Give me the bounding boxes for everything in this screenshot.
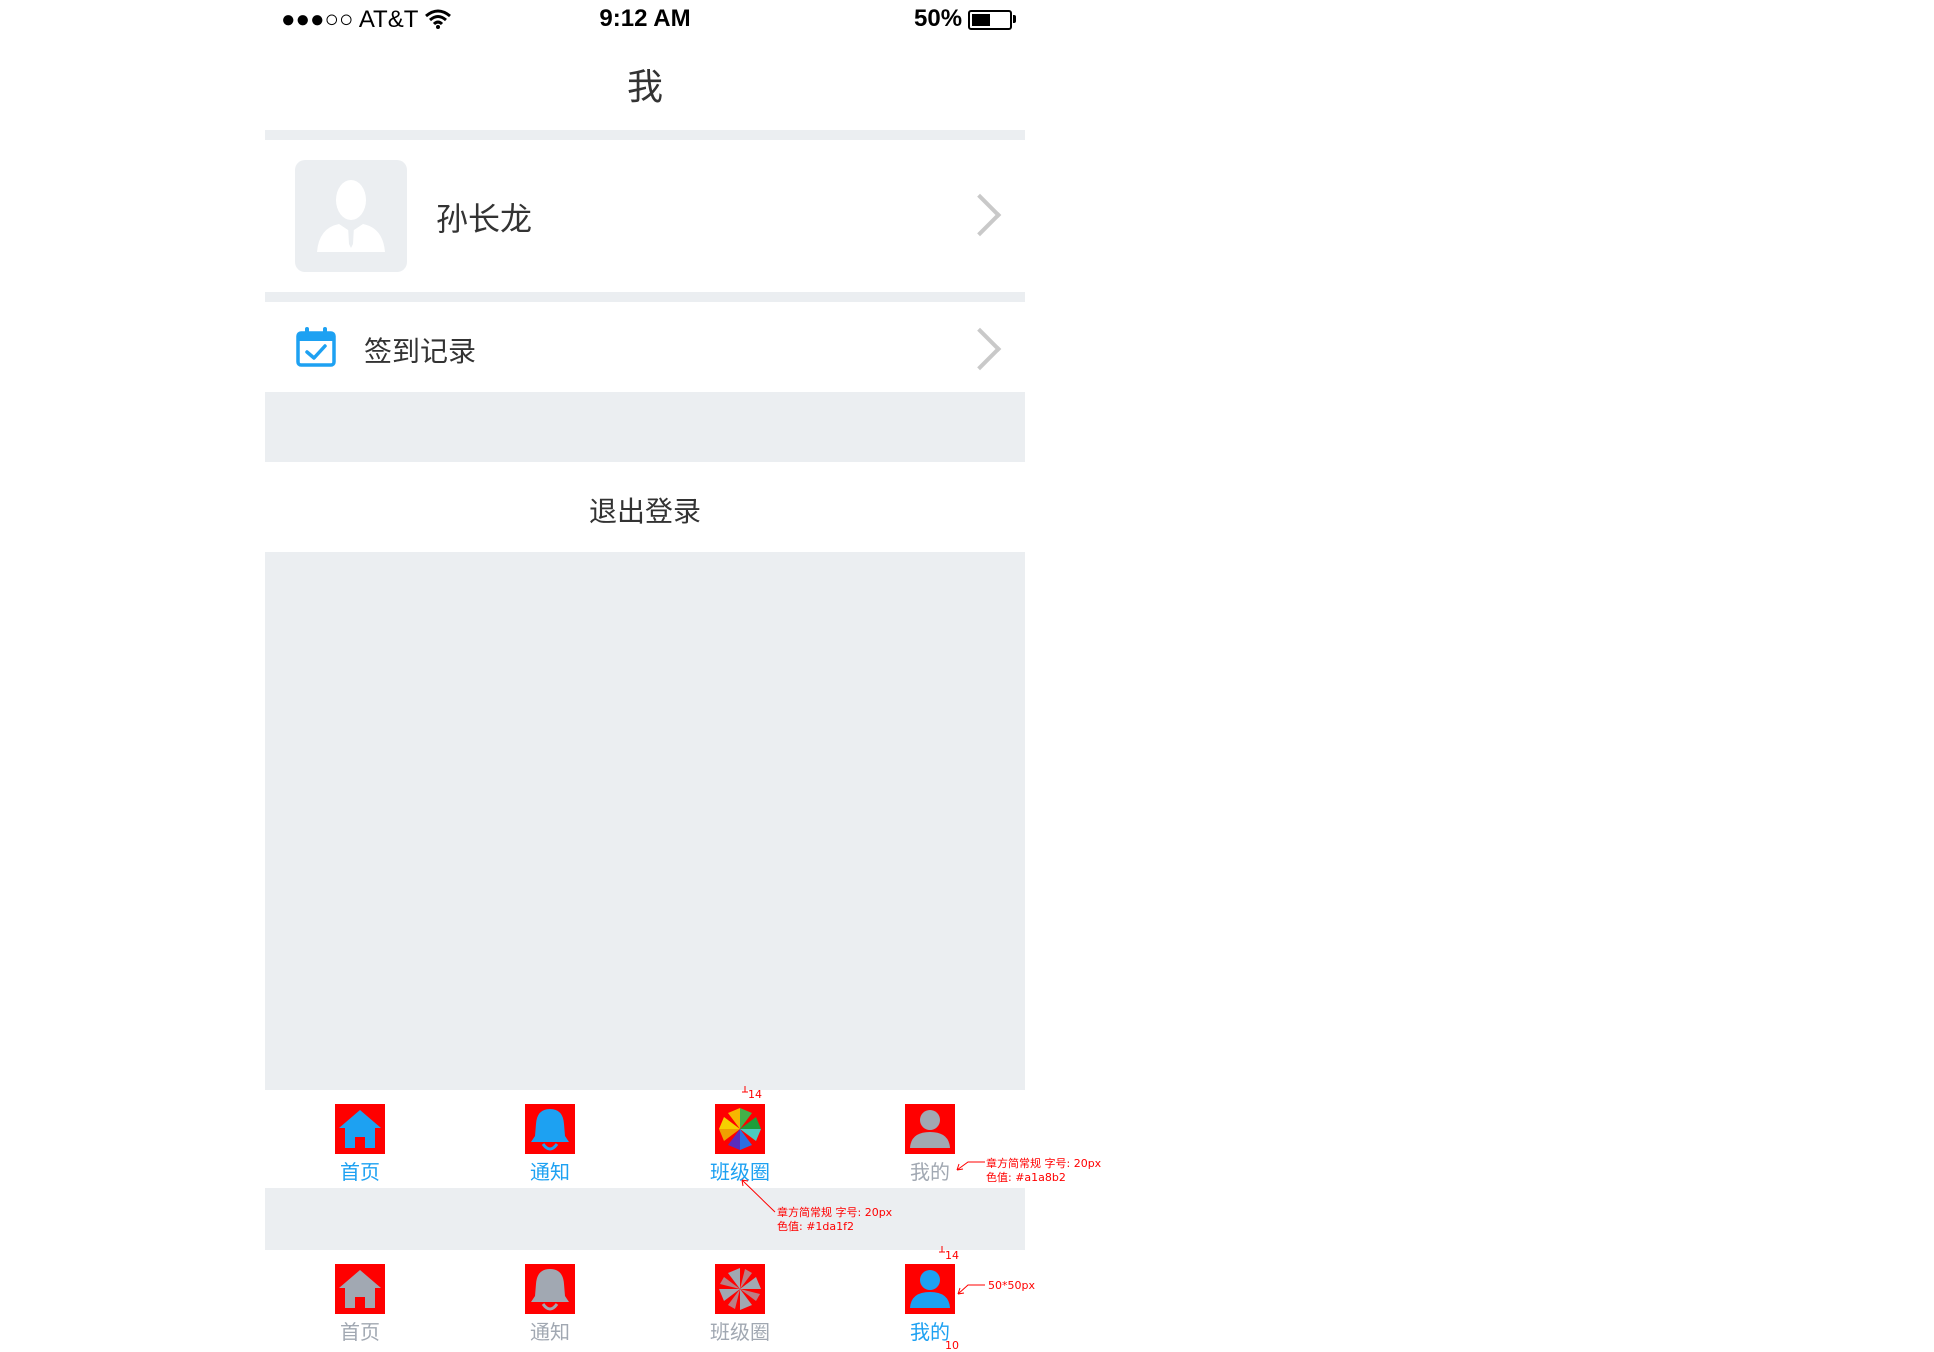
spacing-annotation: 14	[945, 1249, 959, 1262]
spacing-annotation: 10	[945, 1339, 959, 1352]
annotation-lines	[741, 1086, 985, 1295]
size-annotation: 50*50px	[988, 1279, 1035, 1292]
font-annotation: 章方简常规 字号: 20px	[986, 1157, 1102, 1170]
spacing-annotation: 14	[748, 1088, 762, 1101]
font-annotation: 章方简常规 字号: 20px	[777, 1206, 893, 1219]
color-annotation: 色值: #a1a8b2	[986, 1171, 1066, 1184]
color-annotation: 色值: #1da1f2	[777, 1220, 855, 1233]
